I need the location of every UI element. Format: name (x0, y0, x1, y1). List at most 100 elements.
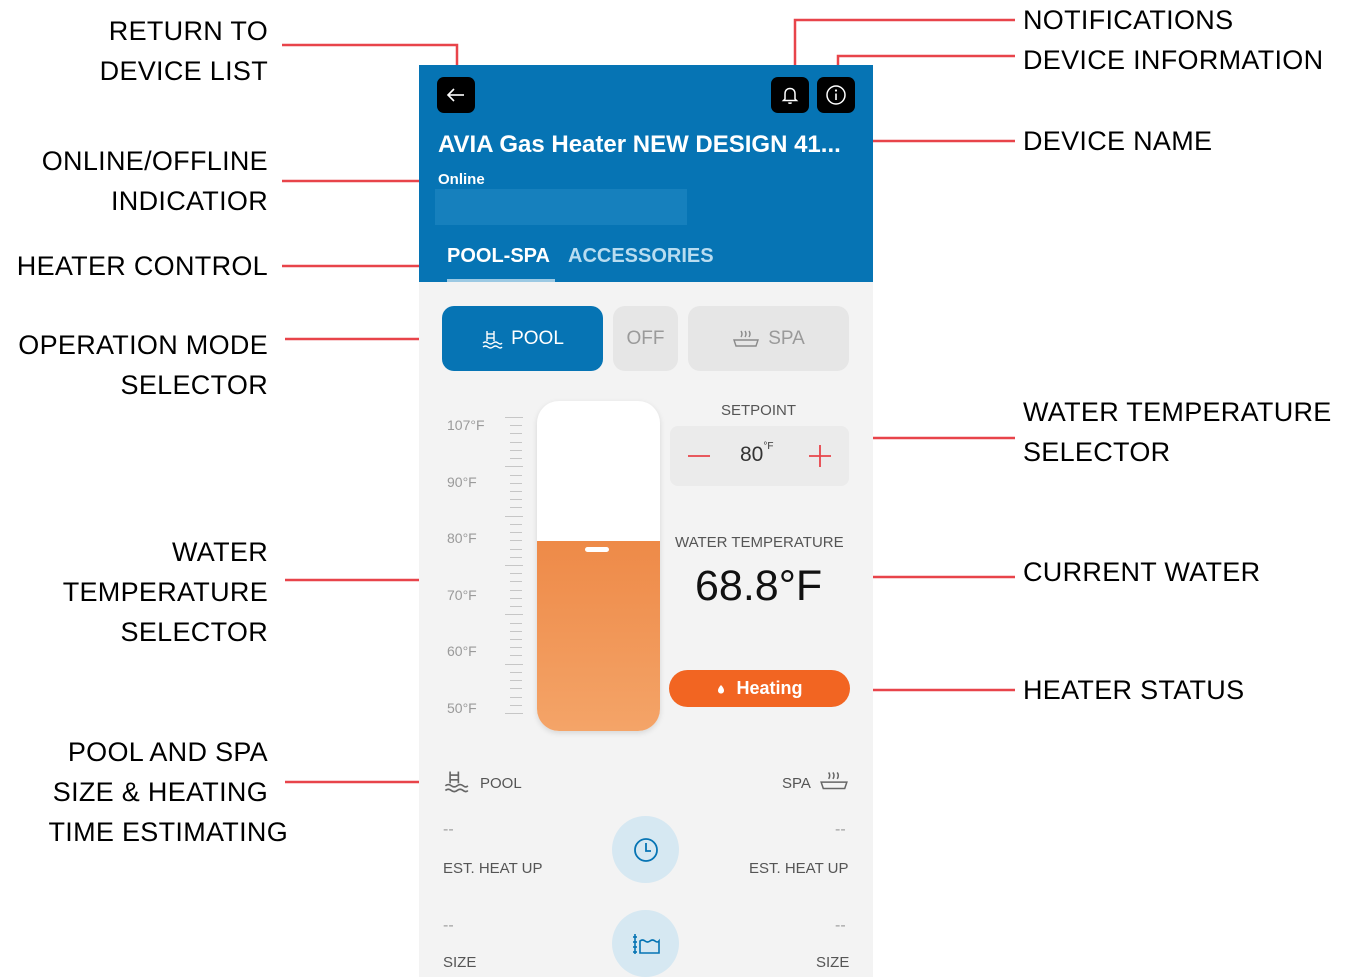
tab-pool-spa-label: POOL-SPA (447, 245, 550, 267)
mode-pool-button[interactable]: POOL (442, 306, 603, 371)
scale-label: 80°F (447, 530, 477, 546)
scale-tick (510, 573, 522, 575)
pool-heat-up-value: -- (443, 821, 454, 838)
scale-tick (510, 647, 522, 649)
scale-label: 70°F (447, 587, 477, 603)
scale-tick (510, 482, 522, 484)
water-temperature-label: WATER TEMPERATURE (675, 534, 844, 551)
notifications-button[interactable] (771, 77, 809, 113)
arrow-left-icon (446, 88, 464, 102)
scale-tick (510, 532, 522, 534)
scale-tick (505, 565, 523, 566)
pool-size-value: -- (443, 917, 454, 934)
scale-tick (510, 696, 522, 698)
tab-accessories[interactable]: ACCESSORIES (568, 245, 714, 268)
tab-pool-spa[interactable]: POOL-SPA (447, 245, 550, 268)
scale-tick (505, 515, 523, 517)
spa-heat-up-label: EST. HEAT UP (749, 860, 849, 877)
callout-device-name: DEVICE NAME (1023, 126, 1213, 156)
scale-tick (510, 474, 522, 476)
heat-up-estimate-button[interactable] (612, 816, 679, 883)
back-button[interactable] (437, 77, 475, 113)
callout-heater-control: HEATER CONTROL (16, 251, 268, 281)
header-placeholder-bar (435, 189, 687, 225)
scale-tick (505, 713, 523, 714)
scale-tick (505, 663, 523, 665)
scale-label: 90°F (447, 474, 477, 490)
callout-notifications: NOTIFICATIONS (1023, 5, 1234, 35)
callout-device-information: DEVICE INFORMATION (1023, 45, 1324, 75)
scale-tick (510, 622, 522, 624)
app-header: AVIA Gas Heater NEW DESIGN 41... Online … (419, 65, 873, 282)
scale-tick (510, 433, 522, 435)
scale-label: 50°F (447, 700, 477, 716)
setpoint-stepper: 80°F (670, 426, 849, 486)
spa-icon (733, 330, 760, 347)
callout-return-to-device-list: RETURN TO DEVICE LIST (99, 16, 268, 86)
scale-label: 107°F (447, 417, 485, 433)
callout-water-temperature-selector-right: WATER TEMPERATURE SELECTOR (1023, 397, 1332, 467)
heater-status-label: Heating (736, 678, 803, 698)
phone-screen: AVIA Gas Heater NEW DESIGN 41... Online … (419, 65, 873, 977)
mode-off-label: OFF (626, 327, 665, 349)
size-estimate-button[interactable] (612, 910, 679, 977)
flame-icon (718, 684, 725, 693)
callout-current-water: CURRENT WATER (1023, 557, 1261, 587)
spa-estimate-label: SPA (782, 775, 811, 792)
scale-tick (510, 507, 522, 509)
callout-pool-spa-size: POOL AND SPA SIZE & HEATING TIME ESTIMAT… (48, 737, 288, 847)
minus-icon (688, 455, 710, 457)
water-temperature-value: 68.8°F (695, 562, 823, 610)
scale-tick (510, 639, 522, 640)
pool-size-label: SIZE (443, 954, 477, 971)
pool-heat-up-label: EST. HEAT UP (443, 860, 543, 877)
scale-tick (510, 556, 522, 558)
scale-tick (510, 597, 522, 599)
clock-icon (633, 837, 658, 862)
scale-tick (510, 606, 522, 608)
plus-icon (809, 445, 831, 467)
device-info-button[interactable] (817, 77, 855, 113)
increase-button[interactable] (805, 436, 835, 476)
pool-estimate-label: POOL (480, 775, 522, 792)
scale-tick (510, 680, 522, 682)
scale-tick (510, 581, 522, 583)
scale-tick (505, 614, 523, 616)
scale-tick (510, 655, 522, 657)
scale-tick (510, 671, 522, 673)
spa-size-value: -- (835, 917, 846, 934)
setpoint-label: SETPOINT (721, 402, 797, 419)
scale-tick (510, 425, 522, 427)
bell-icon (781, 87, 799, 104)
pool-icon (444, 771, 469, 793)
setpoint-unit: °F (763, 441, 774, 452)
info-icon (826, 85, 846, 105)
scale-tick (510, 523, 522, 525)
slider-handle[interactable] (585, 547, 609, 552)
temperature-slider[interactable] (537, 401, 660, 731)
decrease-button[interactable] (684, 436, 714, 476)
scale-tick (510, 499, 522, 501)
pool-size-icon (632, 933, 660, 954)
active-tab-indicator (447, 279, 555, 282)
scale-tick (510, 449, 522, 451)
scale-tick (510, 548, 522, 550)
heater-status-badge: Heating (669, 670, 850, 707)
scale-tick (505, 417, 523, 418)
scale-tick (505, 466, 523, 468)
spa-size-label: SIZE (816, 954, 850, 971)
scale-tick (510, 704, 522, 706)
tab-accessories-label: ACCESSORIES (568, 245, 714, 267)
spa-heat-up-value: -- (835, 821, 846, 838)
scale-tick (510, 589, 522, 591)
callout-online-offline-indicator: ONLINE/OFFLINE INDICATIOR (41, 146, 268, 216)
scale-tick (510, 630, 522, 632)
pool-icon (482, 330, 503, 349)
temperature-fill (537, 541, 660, 731)
setpoint-value: 80°F (740, 441, 774, 466)
mode-pool-label: POOL (511, 327, 564, 349)
mode-spa-button[interactable]: SPA (688, 306, 849, 371)
scale-label: 60°F (447, 643, 477, 659)
mode-off-button[interactable]: OFF (613, 306, 678, 371)
callout-operation-mode-selector: OPERATION MODE SELECTOR (18, 330, 268, 400)
